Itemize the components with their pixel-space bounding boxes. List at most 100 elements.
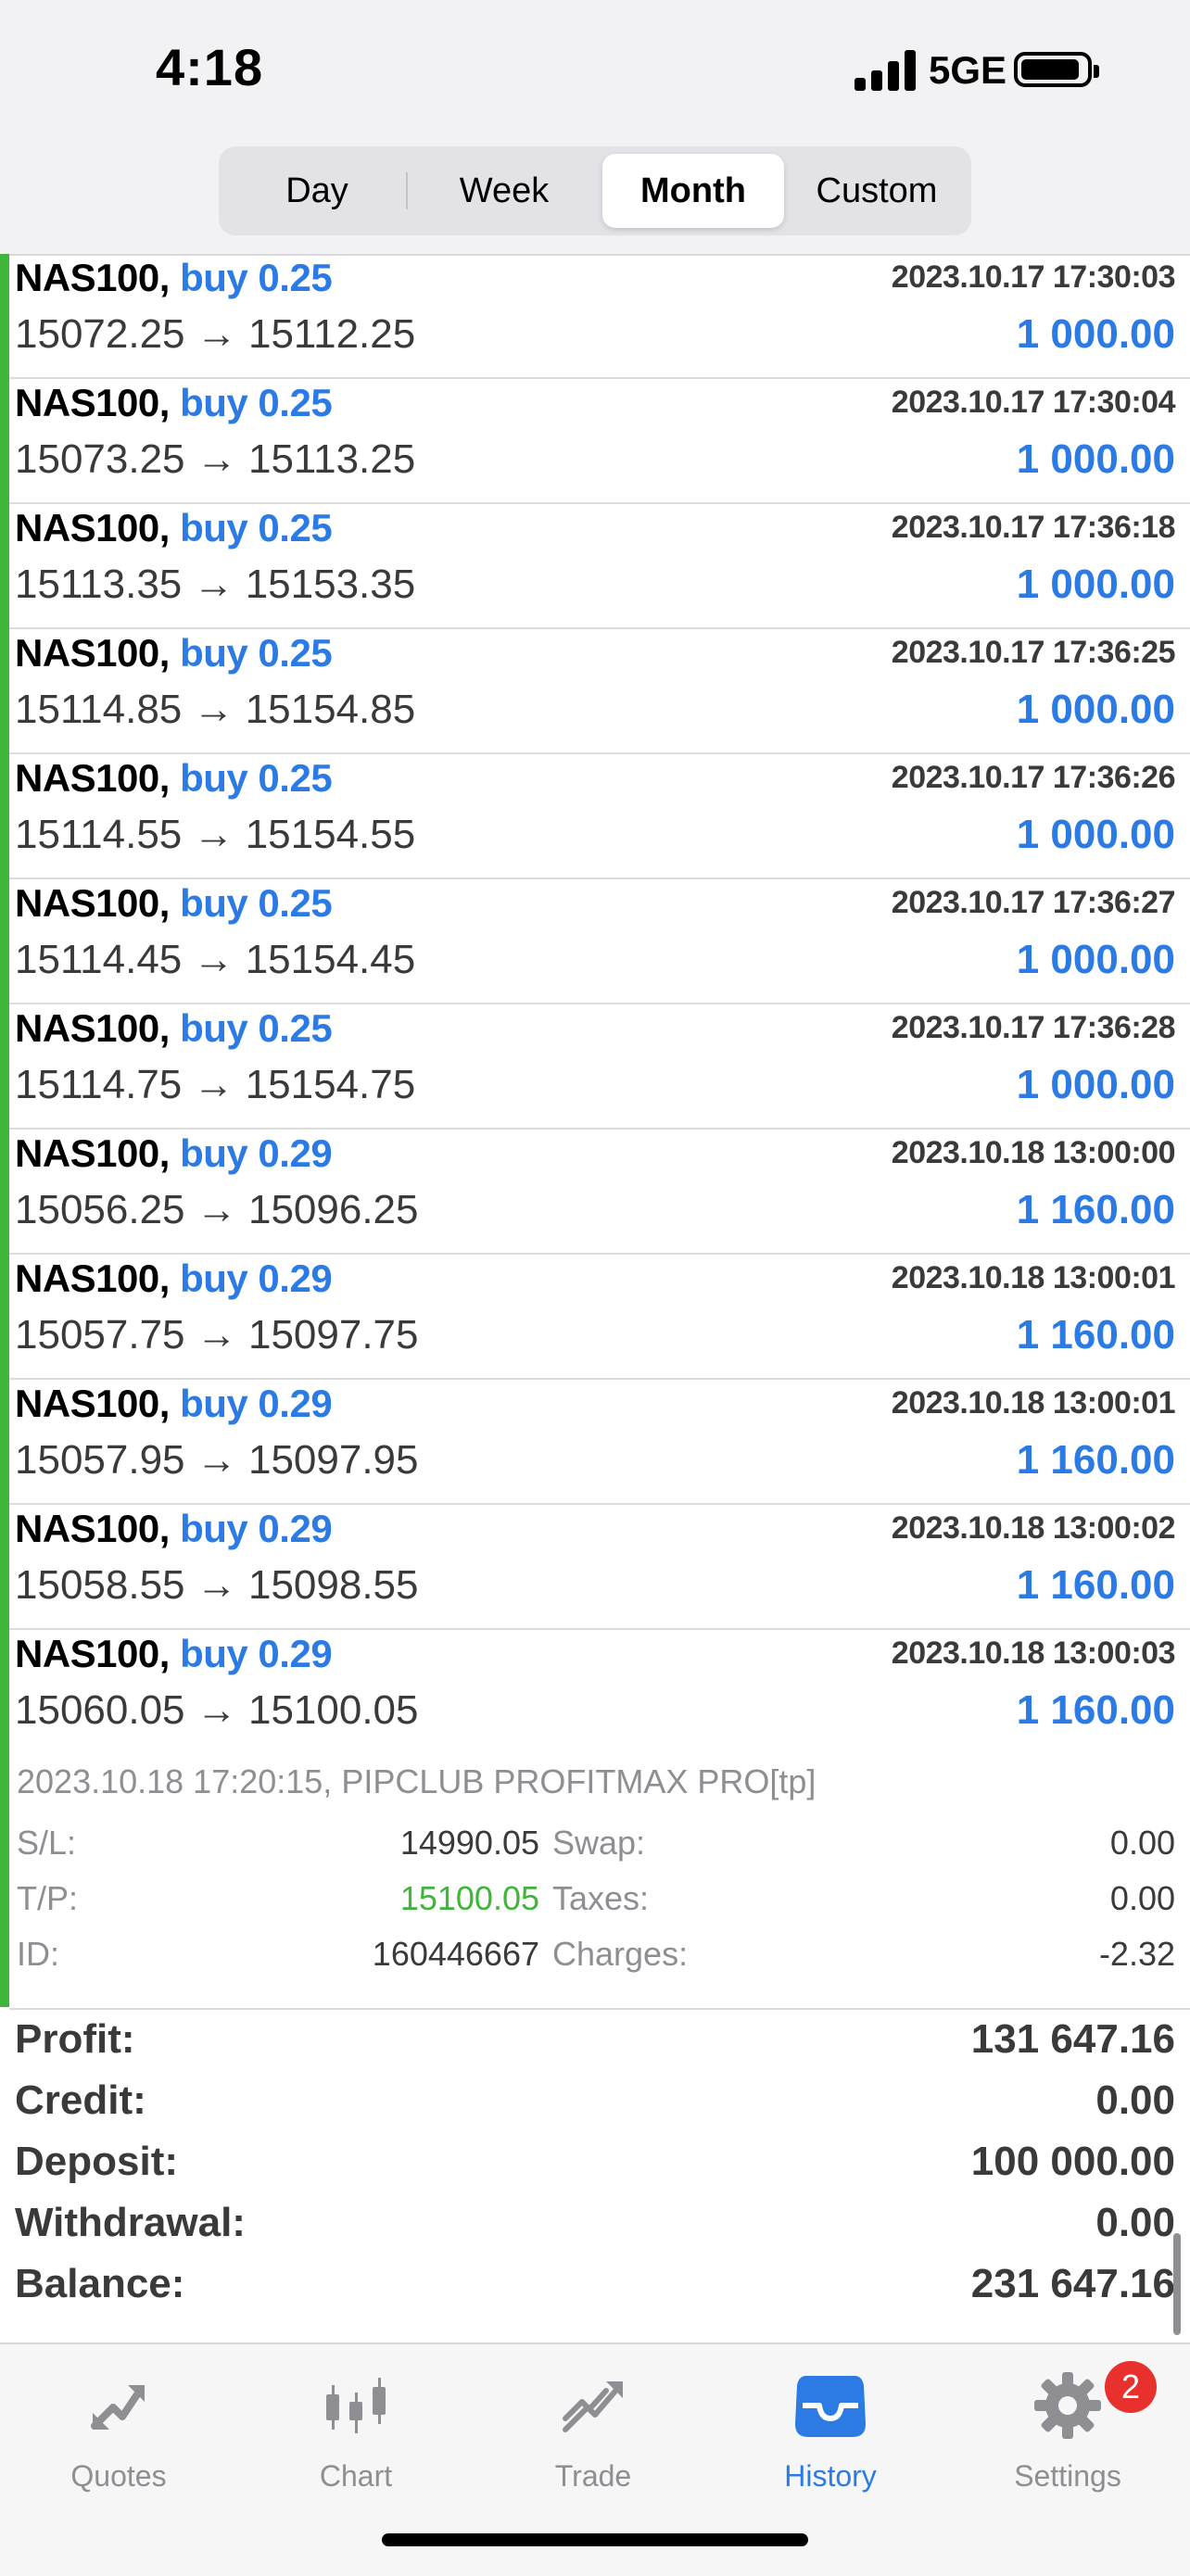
- deal-prices: 15114.55 → 15154.55: [15, 812, 416, 857]
- tab-label: Trade: [554, 2459, 632, 2493]
- deal-comment: 2023.10.18 17:20:15, PIPCLUB PROFITMAX P…: [17, 1762, 817, 1800]
- summary-value: 231 647.16: [970, 2261, 1175, 2306]
- tab-label: Chart: [319, 2459, 393, 2493]
- summary-value: 100 000.00: [970, 2139, 1175, 2184]
- deal-profit: 1 000.00: [1016, 812, 1175, 857]
- tab-label: Settings: [1014, 2459, 1121, 2493]
- deal-profit: 1 000.00: [1016, 436, 1175, 482]
- deal-symbol: NAS100,: [15, 1256, 170, 1300]
- summary-label: Profit:: [15, 2016, 135, 2062]
- chart-candles-icon: [326, 2378, 386, 2433]
- home-indicator[interactable]: [382, 2533, 808, 2546]
- deal-time: 2023.10.17 17:36:25: [891, 635, 1176, 670]
- deal-symbol: NAS100,: [15, 506, 170, 549]
- deal-profit: 1 000.00: [1016, 1062, 1175, 1107]
- summary-label: Balance:: [15, 2261, 185, 2306]
- trade-icon: [563, 2381, 623, 2432]
- deal-side: buy 0.29: [180, 1256, 333, 1300]
- history-inbox-icon: [795, 2376, 866, 2437]
- deal-prices: 15114.75 → 15154.75: [15, 1062, 416, 1107]
- gear-icon: [1034, 2372, 1101, 2439]
- deal-side: buy 0.29: [180, 1632, 333, 1675]
- tab-settings[interactable]: 2 Settings: [949, 2361, 1186, 2502]
- summary-row-deposit: Deposit: 100 000.00: [0, 2131, 1190, 2192]
- swap-value: 0.00: [1109, 1824, 1175, 1862]
- summary-value: 0.00: [1095, 2077, 1175, 2123]
- id-label: ID:: [17, 1935, 60, 1973]
- tab-trade[interactable]: Trade: [475, 2363, 712, 2502]
- summary-row-profit: Profit: 131 647.16: [0, 2009, 1190, 2070]
- tab-history[interactable]: History: [712, 2363, 949, 2502]
- deal-row[interactable]: NAS100, buy 0.29 2023.10.18 13:00:02 150…: [9, 1505, 1190, 1630]
- deal-row[interactable]: NAS100, buy 0.25 2023.10.17 17:36:28 151…: [9, 1004, 1190, 1130]
- deal-time: 2023.10.18 13:00:01: [891, 1385, 1176, 1421]
- deal-row[interactable]: NAS100, buy 0.29 2023.10.18 13:00:00 150…: [9, 1130, 1190, 1255]
- deal-details: 2023.10.18 17:20:15, PIPCLUB PROFITMAX P…: [9, 1753, 1190, 2010]
- tab-week[interactable]: Week: [413, 154, 595, 228]
- settings-badge: 2: [1105, 2361, 1157, 2413]
- tab-label: History: [784, 2459, 877, 2493]
- summary-value: 131 647.16: [970, 2016, 1175, 2062]
- deal-symbol: NAS100,: [15, 381, 170, 424]
- deal-side: buy 0.25: [180, 1006, 333, 1050]
- deal-side: buy 0.25: [180, 631, 333, 675]
- tab-label: Quotes: [70, 2459, 167, 2493]
- deal-side: buy 0.29: [180, 1131, 333, 1175]
- deal-row[interactable]: NAS100, buy 0.25 2023.10.17 17:36:25 151…: [9, 629, 1190, 754]
- tab-day[interactable]: Day: [226, 154, 408, 228]
- deal-symbol: NAS100,: [15, 756, 170, 800]
- deal-time: 2023.10.17 17:36:26: [891, 760, 1176, 795]
- deal-side: buy 0.25: [180, 256, 333, 299]
- deal-symbol: NAS100,: [15, 1382, 170, 1425]
- swap-label: Swap:: [552, 1824, 646, 1862]
- deal-prices: 15057.95 → 15097.95: [15, 1437, 419, 1483]
- deal-profit: 1 000.00: [1016, 562, 1175, 607]
- deal-side: buy 0.25: [180, 756, 333, 800]
- deal-time: 2023.10.17 17:36:18: [891, 510, 1176, 545]
- deal-row[interactable]: NAS100, buy 0.25 2023.10.17 17:36:26 151…: [9, 754, 1190, 879]
- status-time: 4:18: [156, 38, 264, 96]
- deal-prices: 15060.05 → 15100.05: [15, 1687, 419, 1733]
- deal-side: buy 0.25: [180, 381, 333, 424]
- deal-profit: 1 160.00: [1016, 1437, 1175, 1483]
- taxes-label: Taxes:: [552, 1879, 650, 1917]
- deal-profit: 1 160.00: [1016, 1187, 1175, 1232]
- summary-row-credit: Credit: 0.00: [0, 2070, 1190, 2131]
- tab-chart[interactable]: Chart: [237, 2363, 475, 2502]
- taxes-value: 0.00: [1109, 1879, 1175, 1917]
- tab-custom[interactable]: Custom: [786, 154, 968, 228]
- deal-time: 2023.10.17 17:30:03: [891, 259, 1176, 295]
- deal-time: 2023.10.18 13:00:02: [891, 1510, 1176, 1546]
- deal-prices: 15058.55 → 15098.55: [15, 1562, 419, 1608]
- deal-time: 2023.10.17 17:30:04: [891, 385, 1176, 420]
- deal-row[interactable]: NAS100, buy 0.29 2023.10.18 13:00:01 150…: [9, 1380, 1190, 1505]
- sl-value: 14990.05: [399, 1824, 539, 1862]
- deal-symbol: NAS100,: [15, 1632, 170, 1675]
- deal-symbol: NAS100,: [15, 1507, 170, 1550]
- deal-row[interactable]: NAS100, buy 0.25 2023.10.17 17:30:04 150…: [9, 379, 1190, 504]
- deal-row[interactable]: NAS100, buy 0.25 2023.10.17 17:36:18 151…: [9, 504, 1190, 629]
- deal-prices: 15073.25 → 15113.25: [15, 436, 416, 482]
- deal-side: buy 0.29: [180, 1382, 333, 1425]
- deal-prices: 15113.35 → 15153.35: [15, 562, 416, 607]
- deal-row[interactable]: NAS100, buy 0.25 2023.10.17 17:36:27 151…: [9, 879, 1190, 1004]
- deal-row[interactable]: NAS100, buy 0.25 2023.10.17 17:30:03 150…: [9, 254, 1190, 379]
- deal-side: buy 0.25: [180, 506, 333, 549]
- sl-label: S/L:: [17, 1824, 77, 1862]
- deal-row[interactable]: NAS100, buy 0.29 2023.10.18 13:00:01 150…: [9, 1255, 1190, 1380]
- deals-list: NAS100, buy 0.25 2023.10.17 17:30:03 150…: [0, 254, 1190, 2010]
- summary-label: Withdrawal:: [15, 2200, 246, 2245]
- deal-prices: 15072.25 → 15112.25: [15, 311, 416, 357]
- charges-value: -2.32: [1098, 1935, 1175, 1973]
- tab-month[interactable]: Month: [602, 154, 784, 228]
- status-bar: 4:18 5GE: [0, 0, 1190, 139]
- quotes-icon: [91, 2385, 145, 2430]
- cellular-signal-icon: [855, 48, 919, 91]
- tab-quotes[interactable]: Quotes: [0, 2363, 237, 2502]
- deal-row-expanded[interactable]: NAS100, buy 0.29 2023.10.18 13:00:03 150…: [9, 1630, 1190, 1753]
- deal-prices: 15056.25 → 15096.25: [15, 1187, 419, 1232]
- network-type: 5GE: [929, 48, 1007, 92]
- deal-symbol: NAS100,: [15, 1131, 170, 1175]
- scroll-indicator[interactable]: [1173, 2233, 1181, 2335]
- tp-label: T/P:: [17, 1879, 79, 1917]
